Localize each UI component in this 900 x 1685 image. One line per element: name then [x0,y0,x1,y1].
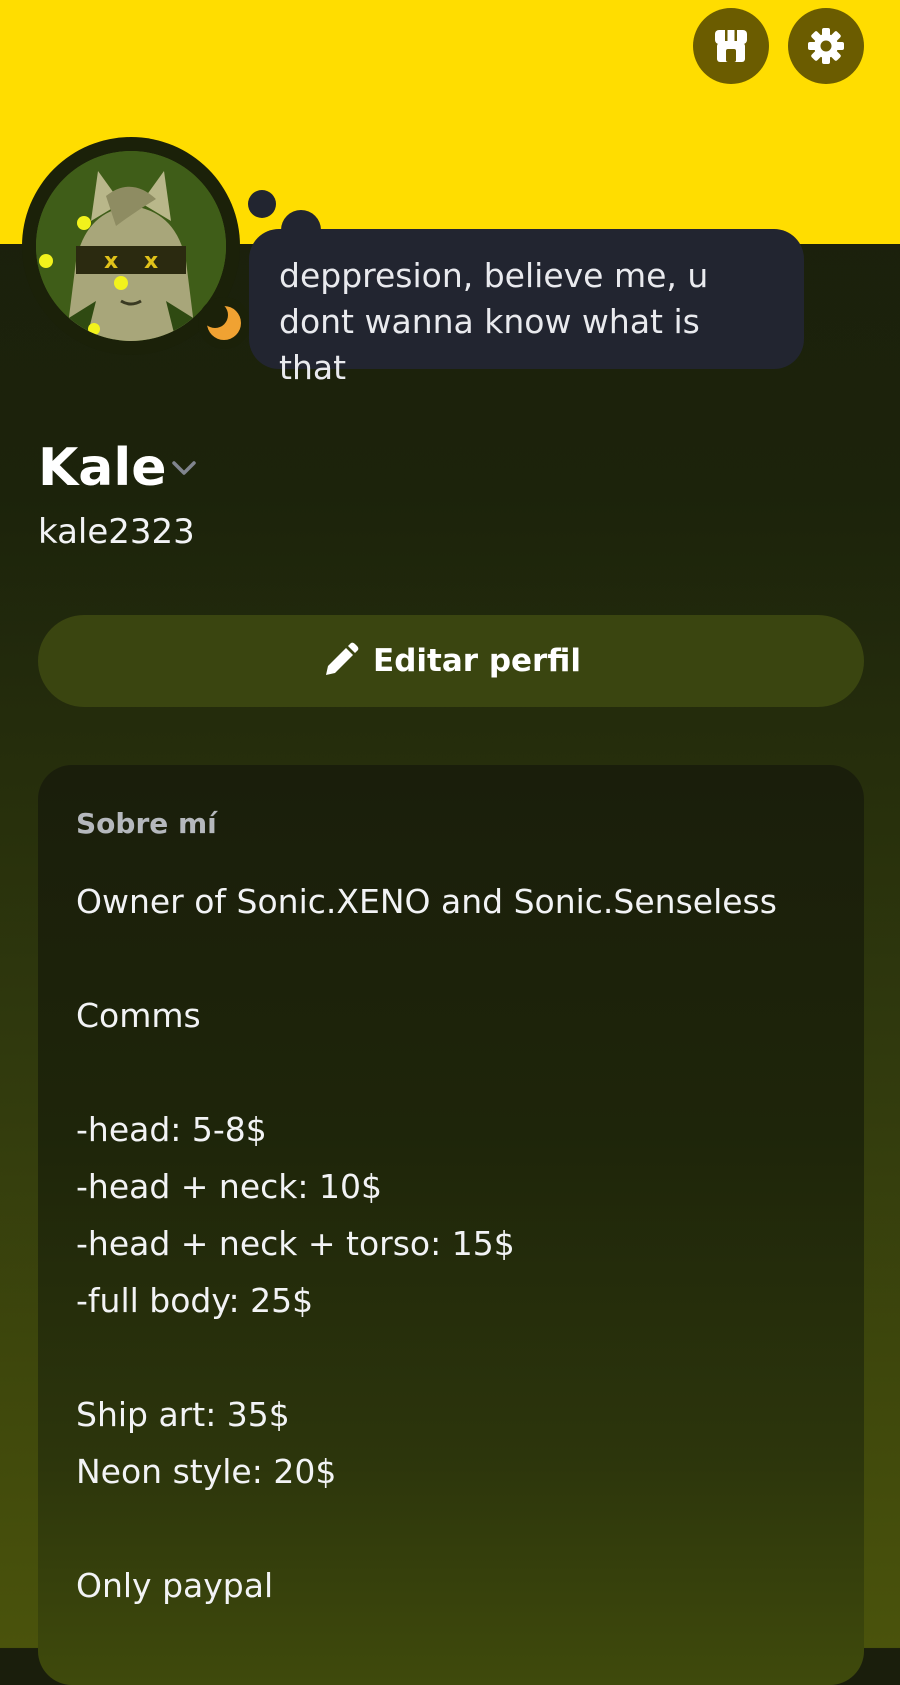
about-me-card: Sobre mí Owner of Sonic.XENO and Sonic.S… [38,765,864,1685]
pencil-icon [326,642,359,675]
about-me-line [76,930,836,987]
chevron-down-icon[interactable] [168,452,200,484]
about-me-line: Ship art: 35$ [76,1395,290,1434]
edit-profile-button[interactable]: Editar perfil [38,615,864,707]
about-me-line: -head + neck + torso: 15$ [76,1224,515,1263]
svg-text:x: x [104,249,118,274]
custom-status-bubble[interactable]: deppresion, believe me, u dont wanna kno… [249,229,804,387]
edit-profile-label: Editar perfil [373,643,581,679]
custom-status-text: deppresion, believe me, u dont wanna kno… [279,256,709,387]
about-me-text: Owner of Sonic.XENO and Sonic.Senseless … [76,873,836,1614]
svg-text:x: x [144,249,158,274]
gear-icon [808,28,844,64]
about-me-line [76,1044,836,1101]
about-me-line: Only paypal [76,1566,274,1605]
about-me-title: Sobre mí [76,807,217,840]
about-me-line: Neon style: 20$ [76,1452,337,1491]
username: kale2323 [38,512,195,552]
shop-icon [715,30,747,62]
idle-status-indicator [198,297,250,349]
settings-button[interactable] [788,8,864,84]
about-me-line: -full body: 25$ [76,1281,314,1320]
about-me-line: Comms [76,996,201,1035]
avatar[interactable]: x x [22,137,250,355]
about-me-line [76,1329,836,1386]
about-me-line [76,1500,836,1557]
about-me-line: -head + neck: 10$ [76,1167,382,1206]
avatar-image: x x [36,151,226,341]
about-me-line: Owner of Sonic.XENO and Sonic.Senseless [76,882,777,921]
status-bubble-dot [248,190,276,218]
about-me-line: -head: 5-8$ [76,1110,267,1149]
moon-icon [204,303,241,340]
display-name: Kale [38,438,167,498]
shop-button[interactable] [693,8,769,84]
